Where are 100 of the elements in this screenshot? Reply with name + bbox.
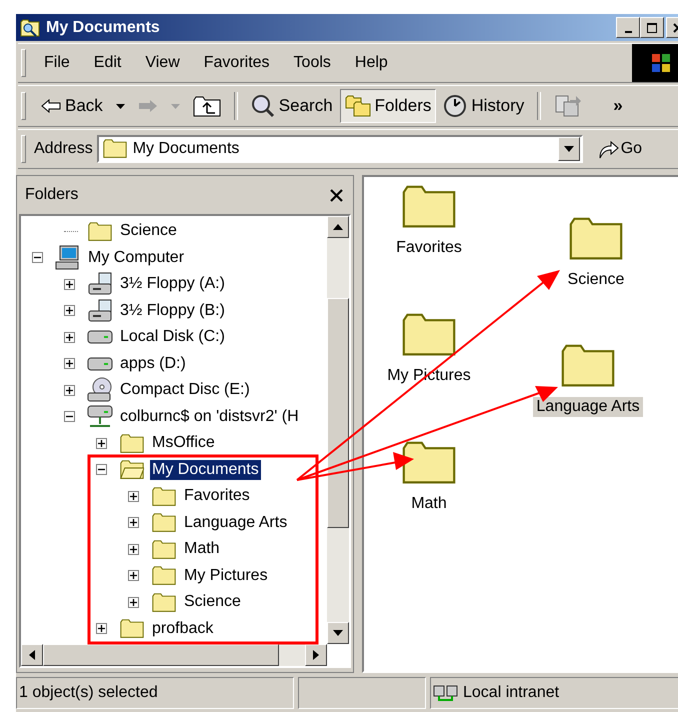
expand-toggle[interactable]: [64, 358, 75, 370]
hard-drive-icon: [87, 356, 113, 371]
folder-icon: [402, 441, 456, 484]
tree-item[interactable]: MsOffice: [150, 433, 217, 454]
folder-icon: [402, 313, 456, 356]
menu-item[interactable]: Tools: [284, 54, 341, 72]
tree-item[interactable]: Compact Disc (E:): [118, 380, 252, 400]
plus-icon: [129, 544, 138, 554]
minimize-button[interactable]: [616, 17, 640, 38]
scroll-right-icon: [313, 650, 319, 660]
folder-icon: [120, 434, 144, 453]
caret-icon[interactable]: [116, 104, 125, 108]
plus-icon: [65, 359, 74, 368]
menu-item[interactable]: Help: [344, 54, 398, 72]
expand-toggle[interactable]: [128, 544, 139, 555]
folder-item[interactable]: Math: [408, 494, 450, 514]
menu-item[interactable]: Edit: [84, 54, 132, 72]
expand-toggle[interactable]: [128, 490, 139, 502]
window-title: My Documents: [46, 18, 161, 36]
tree-item[interactable]: Favorites: [182, 486, 252, 506]
folders-button[interactable]: Folders: [340, 89, 436, 123]
tree-item[interactable]: Math: [182, 539, 222, 560]
maximize-icon: [647, 22, 657, 32]
search-button[interactable]: Search: [246, 89, 338, 123]
folder-search-icon: [20, 18, 40, 36]
intranet-icon: [433, 683, 459, 703]
clock-icon: [443, 94, 468, 118]
folder-icon: [152, 513, 176, 532]
more-button[interactable]: »: [613, 96, 623, 116]
expand-toggle[interactable]: [64, 384, 75, 396]
zone-text: Local intranet: [463, 684, 560, 702]
folder-icon: [120, 619, 144, 638]
minimize-icon: [624, 30, 632, 32]
tree-item[interactable]: apps (D:): [118, 354, 188, 374]
close-icon[interactable]: [330, 188, 343, 202]
expand-toggle[interactable]: [96, 623, 107, 634]
tree-item[interactable]: colburnc$ on 'distsvr2' (H: [118, 406, 301, 427]
expand-toggle[interactable]: [128, 596, 139, 608]
dropdown-button[interactable]: [558, 137, 580, 161]
menu-item[interactable]: View: [135, 54, 190, 72]
back-arrow-icon: [41, 99, 61, 113]
tree-item[interactable]: 3½ Floppy (B:): [118, 300, 227, 321]
pane-title: Folders: [25, 186, 78, 204]
expand-toggle[interactable]: [64, 332, 75, 343]
history-button[interactable]: History: [438, 89, 530, 123]
open-folder-icon: [120, 460, 144, 480]
status-text: 1 object(s) selected: [16, 677, 294, 709]
folder-icon: [152, 486, 176, 506]
scroll-up-icon: [333, 224, 343, 230]
tree-item[interactable]: Local Disk (C:): [118, 327, 227, 348]
caret-icon: [564, 146, 574, 152]
expand-toggle[interactable]: [64, 278, 75, 290]
folder-icon: [561, 344, 615, 388]
forward-arrow-icon: [138, 99, 158, 113]
up-folder-icon: [192, 95, 221, 117]
plus-icon: [65, 386, 74, 395]
scroll-left-icon: [29, 650, 35, 660]
collapse-toggle[interactable]: [32, 252, 43, 264]
plus-icon: [97, 438, 106, 448]
search-icon: [250, 94, 275, 118]
scroll-down-icon: [333, 630, 343, 636]
tree-item[interactable]: My Documents: [150, 460, 261, 480]
tree-item[interactable]: My Pictures: [182, 566, 270, 586]
plus-icon: [129, 571, 138, 580]
expand-toggle[interactable]: [128, 517, 139, 528]
collapse-toggle[interactable]: [96, 464, 107, 476]
vertical-scrollbar[interactable]: [327, 216, 349, 644]
folders-icon: [344, 95, 371, 117]
address-field[interactable]: My Documents: [96, 135, 583, 163]
expand-toggle[interactable]: [128, 570, 139, 582]
move-to-icon: [554, 94, 582, 118]
windows-logo: [632, 44, 678, 82]
folder-icon: [102, 139, 127, 159]
plus-icon: [129, 492, 138, 501]
collapse-toggle[interactable]: [64, 411, 75, 422]
go-button[interactable]: Go: [596, 139, 642, 159]
plus-icon: [65, 280, 74, 289]
folder-item[interactable]: Language Arts: [533, 397, 643, 418]
expand-toggle[interactable]: [64, 305, 75, 316]
maximize-button[interactable]: [640, 17, 664, 38]
tree-item[interactable]: My Computer: [86, 248, 186, 268]
menu-item[interactable]: Favorites: [194, 54, 280, 72]
plus-icon: [65, 306, 74, 316]
folder-icon: [152, 592, 176, 612]
folder-icon: [569, 217, 623, 260]
address-label: Address: [34, 140, 93, 158]
folder-item[interactable]: Favorites: [393, 238, 465, 258]
expand-toggle[interactable]: [96, 438, 107, 449]
menu-item[interactable]: File: [34, 54, 80, 72]
tree-item[interactable]: Science: [118, 221, 179, 242]
horizontal-scrollbar[interactable]: [21, 644, 327, 666]
back-button[interactable]: Back: [36, 89, 108, 123]
tree-item[interactable]: 3½ Floppy (A:): [118, 274, 227, 294]
folder-item[interactable]: Science: [564, 270, 628, 290]
plus-icon: [65, 332, 74, 342]
tree-item[interactable]: Science: [182, 592, 243, 612]
tree-item[interactable]: Language Arts: [182, 512, 290, 533]
tree-item[interactable]: profback: [150, 618, 216, 639]
cd-drive-icon: [87, 377, 113, 404]
folder-icon: [88, 222, 112, 241]
